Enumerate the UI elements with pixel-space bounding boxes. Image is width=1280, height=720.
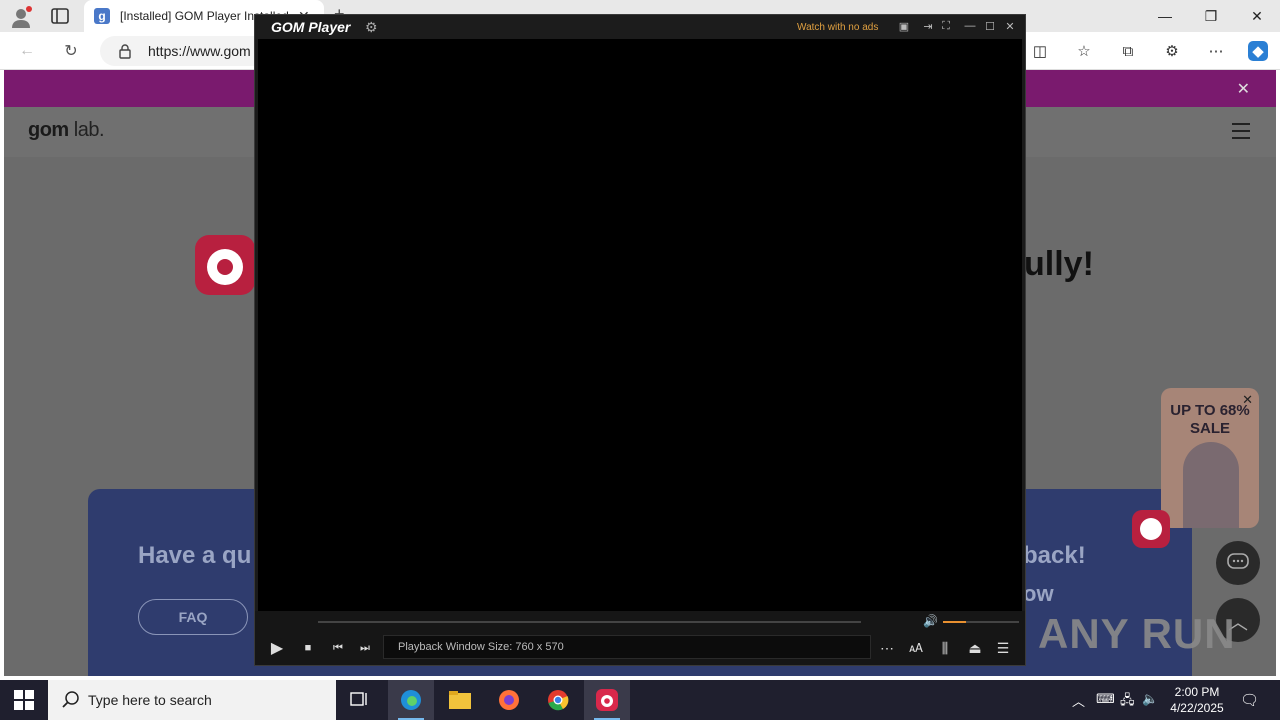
status-text: Playback Window Size: 760 x 570 [398,641,564,653]
notifications-icon[interactable]: 🗨 [1240,691,1259,709]
stop-icon[interactable]: ■ [299,639,317,657]
taskbar-search-box[interactable]: Type here to search [48,680,336,720]
tray-overflow-icon[interactable]: ︿ [1072,691,1085,710]
restore-icon[interactable]: ❐ [1188,0,1234,32]
next-icon[interactable]: ⏭ [356,639,374,657]
windows-start-icon[interactable] [14,690,34,710]
clock-time: 2:00 PM [1174,685,1220,699]
url-text: https://www.gom [148,43,251,59]
gom-minimize-icon[interactable]: — [963,20,977,32]
network-icon[interactable]: 🖧 [1120,691,1135,713]
seek-bar[interactable] [318,621,861,623]
extensions-icon[interactable]: ⚙ [1162,41,1182,61]
install-success-heading: ully! [1024,245,1094,283]
gom-maximize-icon[interactable]: ☐ [983,20,997,33]
feedback-title: back! [1023,542,1086,569]
task-view-icon[interactable] [337,680,383,720]
fullscreen-icon[interactable]: ⛶ [939,20,953,33]
menu-icon[interactable] [1232,123,1250,139]
gom-close-icon[interactable]: ✕ [1003,20,1017,33]
pin-icon[interactable]: ⇥ [921,20,935,33]
ratio-icon[interactable]: ▣ [897,20,911,33]
gom-player-taskbar-icon[interactable] [584,680,630,720]
profile-icon[interactable] [10,6,32,28]
close-window-icon[interactable]: ✕ [1234,0,1280,32]
status-display: Playback Window Size: 760 x 570 [383,635,871,659]
help-title: Have a qu [138,542,252,569]
copilot-icon[interactable]: ◆ [1248,41,1268,61]
gom-player-window: GOM Player ⚙ Watch with no ads ▣ ⇥ ⛶ — ☐… [254,14,1026,666]
floating-gom-icon[interactable] [1132,510,1170,548]
gom-favicon-icon: g [94,8,110,24]
collections-icon[interactable]: ⧉ [1118,41,1138,61]
system-clock[interactable]: 2:00 PM 4/22/2025 [1162,684,1232,716]
play-icon[interactable]: ▶ [268,639,286,657]
chat-button[interactable] [1216,541,1260,585]
watch-no-ads-link[interactable]: Watch with no ads [797,22,878,33]
anyrun-watermark: ANY RUN [1038,610,1236,657]
firefox-icon[interactable] [486,680,532,720]
close-sale-icon[interactable]: ✕ [1242,392,1253,408]
clock-date: 4/22/2025 [1170,701,1224,715]
minimize-icon[interactable]: — [1142,0,1188,32]
chrome-icon[interactable] [535,680,581,720]
windows-taskbar: Type here to search ︿ ⌨ 🖧 🔈 2:00 PM 4/22… [0,680,1280,720]
file-explorer-icon[interactable] [437,680,483,720]
gom-title-bar[interactable]: GOM Player ⚙ Watch with no ads ▣ ⇥ ⛶ — ☐… [255,15,1025,39]
equalizer-icon[interactable]: ⫼ [936,639,954,657]
tab-actions-icon[interactable] [50,7,70,25]
gom-app-icon [195,235,255,295]
split-screen-icon[interactable]: ◫ [1030,41,1050,61]
lock-icon [119,44,131,59]
settings-gear-icon[interactable]: ⚙ [365,19,378,36]
player-controls: 🔊 ▶ ■ ⏮ ⏭ Playback Window Size: 760 x 57… [255,611,1025,665]
search-icon [62,691,79,708]
subtitle-icon[interactable]: 🗚 [907,639,925,657]
refresh-icon[interactable]: ↻ [60,40,82,62]
volume-icon[interactable]: 🔊 [923,614,938,628]
search-placeholder: Type here to search [88,692,212,708]
close-banner-icon[interactable]: ✕ [1237,79,1250,99]
gom-player-logo: GOM Player [271,19,351,35]
more-options-icon[interactable]: ⋯ [878,639,896,657]
video-area[interactable] [258,39,1022,611]
sale-popup[interactable]: UP TO 68% SALE ✕ [1161,388,1259,528]
speaker-icon[interactable]: 🔈 [1142,691,1158,707]
eject-icon[interactable]: ⏏ [966,639,984,657]
favorites-icon[interactable]: ☆ [1074,41,1094,61]
feedback-subtitle: ow [1023,581,1054,606]
faq-button[interactable]: FAQ [138,599,248,635]
previous-icon[interactable]: ⏮ [329,639,347,657]
edge-taskbar-icon[interactable] [388,680,434,720]
volume-slider[interactable] [943,621,1019,623]
more-icon[interactable]: ⋯ [1206,41,1226,61]
sale-portrait [1183,442,1239,528]
playlist-icon[interactable]: ☰ [994,639,1012,657]
back-icon[interactable]: ← [16,40,38,62]
chat-icon [1227,553,1249,569]
network-device-icon[interactable]: ⌨ [1096,691,1115,707]
gomlab-logo[interactable]: gom lab. [28,119,105,142]
